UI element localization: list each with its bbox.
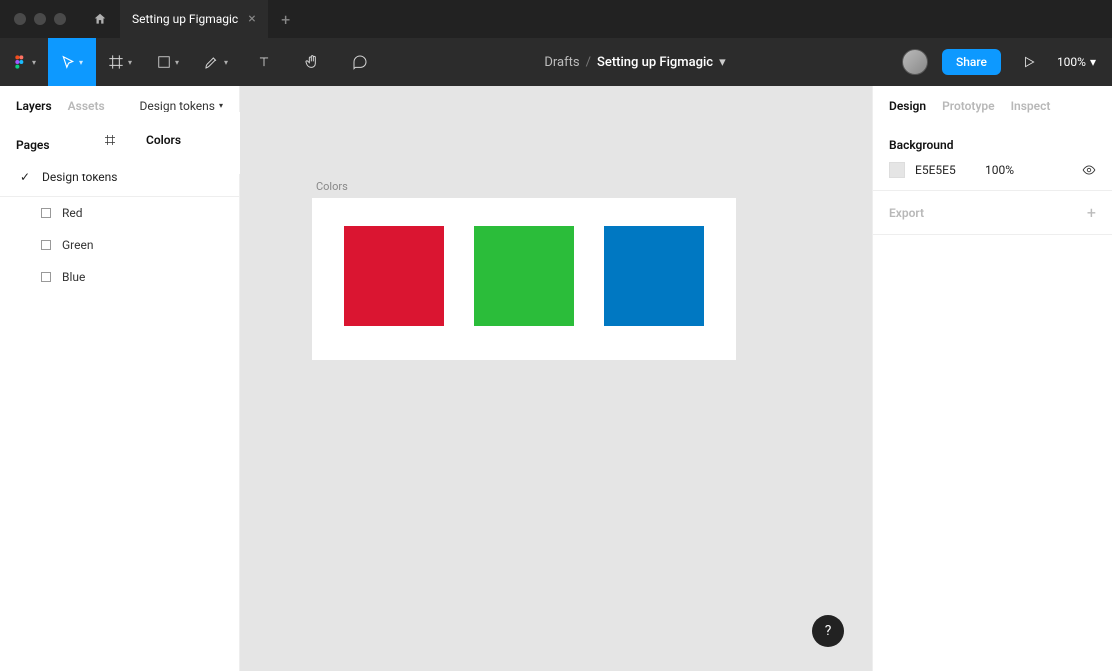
user-avatar[interactable] (902, 49, 928, 75)
main-menu-button[interactable]: ▾ (0, 38, 48, 86)
layer-item-green[interactable]: Green (0, 229, 239, 261)
rectangle-icon (40, 271, 52, 283)
layer-label: Red (62, 206, 83, 220)
traffic-max-icon[interactable] (54, 13, 66, 25)
layer-label: Blue (62, 270, 85, 284)
home-icon (93, 12, 107, 26)
chevron-down-icon: ▾ (32, 58, 36, 67)
comment-icon (352, 54, 368, 70)
frame-icon (104, 134, 116, 146)
rectangle-icon (157, 55, 171, 69)
frame-icon (108, 54, 124, 70)
rectangle-icon (40, 239, 52, 251)
text-icon (257, 55, 271, 69)
pages-title: Pages (16, 138, 50, 152)
zoom-control[interactable]: 100% ▾ (1057, 55, 1096, 69)
breadcrumb[interactable]: Drafts / Setting up Figmagic ▾ (384, 55, 886, 70)
canvas[interactable]: Colors ? (240, 86, 872, 671)
swatch-blue[interactable] (604, 226, 704, 326)
canvas-frame-colors[interactable] (312, 198, 736, 360)
swatch-red[interactable] (344, 226, 444, 326)
traffic-min-icon[interactable] (34, 13, 46, 25)
help-icon: ? (825, 623, 832, 639)
check-icon: ✓ (20, 170, 32, 184)
hand-icon (304, 54, 320, 70)
shape-tool[interactable]: ▾ (144, 38, 192, 86)
background-opacity-value[interactable]: 100% (985, 163, 1025, 177)
breadcrumb-separator: / (586, 55, 591, 70)
background-hex-value[interactable]: E5E5E5 (915, 163, 975, 177)
eye-icon (1082, 163, 1096, 177)
window-titlebar: Setting up Figmagic × + (0, 0, 1112, 38)
traffic-close-icon[interactable] (14, 13, 26, 25)
figma-logo-icon (12, 54, 28, 70)
export-section: Export + (873, 191, 1112, 235)
help-button[interactable]: ? (812, 615, 844, 647)
new-tab-button[interactable]: + (268, 0, 304, 38)
cursor-icon (61, 55, 75, 69)
chevron-down-icon: ▾ (175, 58, 179, 67)
play-icon (1022, 55, 1036, 69)
tab-prototype[interactable]: Prototype (942, 99, 995, 113)
background-color-swatch[interactable] (889, 162, 905, 178)
layer-item-blue[interactable]: Blue (0, 261, 239, 293)
background-title: Background (889, 138, 1096, 152)
rectangle-icon (40, 207, 52, 219)
zoom-value: 100% (1057, 55, 1086, 69)
close-tab-icon[interactable]: × (248, 11, 255, 27)
comment-tool[interactable] (336, 38, 384, 86)
chevron-down-icon: ▾ (1090, 55, 1096, 69)
left-panel: Layers Assets Design tokens ▾ Pages + ✓ … (0, 86, 240, 671)
layer-item-red[interactable]: Red (0, 197, 239, 229)
pen-tool[interactable]: ▾ (192, 38, 240, 86)
canvas-frame-label[interactable]: Colors (316, 180, 348, 193)
chevron-down-icon: ▾ (219, 101, 223, 110)
tab-layers[interactable]: Layers (16, 99, 52, 113)
tab-design-tokens[interactable]: Design tokens ▾ (139, 99, 223, 113)
chevron-down-icon[interactable]: ▾ (719, 55, 726, 70)
present-button[interactable] (1015, 55, 1043, 69)
breadcrumb-root[interactable]: Drafts (544, 55, 579, 70)
home-button[interactable] (80, 0, 120, 38)
file-tab-title: Setting up Figmagic (132, 12, 238, 26)
swatch-green[interactable] (474, 226, 574, 326)
right-panel: Design Prototype Inspect Background E5E5… (872, 86, 1112, 671)
frame-tool[interactable]: ▾ (96, 38, 144, 86)
export-title: Export (889, 206, 924, 220)
breadcrumb-file-title[interactable]: Setting up Figmagic (597, 55, 713, 70)
share-button[interactable]: Share (942, 49, 1001, 75)
tab-assets[interactable]: Assets (68, 99, 105, 113)
tab-design[interactable]: Design (889, 99, 926, 113)
tab-design-tokens-label: Design tokens (139, 99, 215, 113)
file-tab[interactable]: Setting up Figmagic × (120, 0, 268, 38)
move-tool[interactable]: ▾ (48, 38, 96, 86)
text-tool[interactable] (240, 38, 288, 86)
tab-inspect[interactable]: Inspect (1011, 99, 1051, 113)
layer-frame-label: Colors (146, 133, 181, 147)
visibility-toggle[interactable] (1082, 163, 1096, 177)
background-section: Background E5E5E5 100% (873, 126, 1112, 191)
hand-tool[interactable] (288, 38, 336, 86)
main-toolbar: ▾ ▾ ▾ ▾ ▾ Drafts / Setting up Fig (0, 38, 1112, 86)
chevron-down-icon: ▾ (79, 58, 83, 67)
window-controls[interactable] (0, 0, 80, 38)
chevron-down-icon: ▾ (224, 58, 228, 67)
layer-label: Green (62, 238, 93, 252)
add-export-button[interactable]: + (1087, 203, 1096, 222)
chevron-down-icon: ▾ (128, 58, 132, 67)
pen-icon (204, 54, 220, 70)
